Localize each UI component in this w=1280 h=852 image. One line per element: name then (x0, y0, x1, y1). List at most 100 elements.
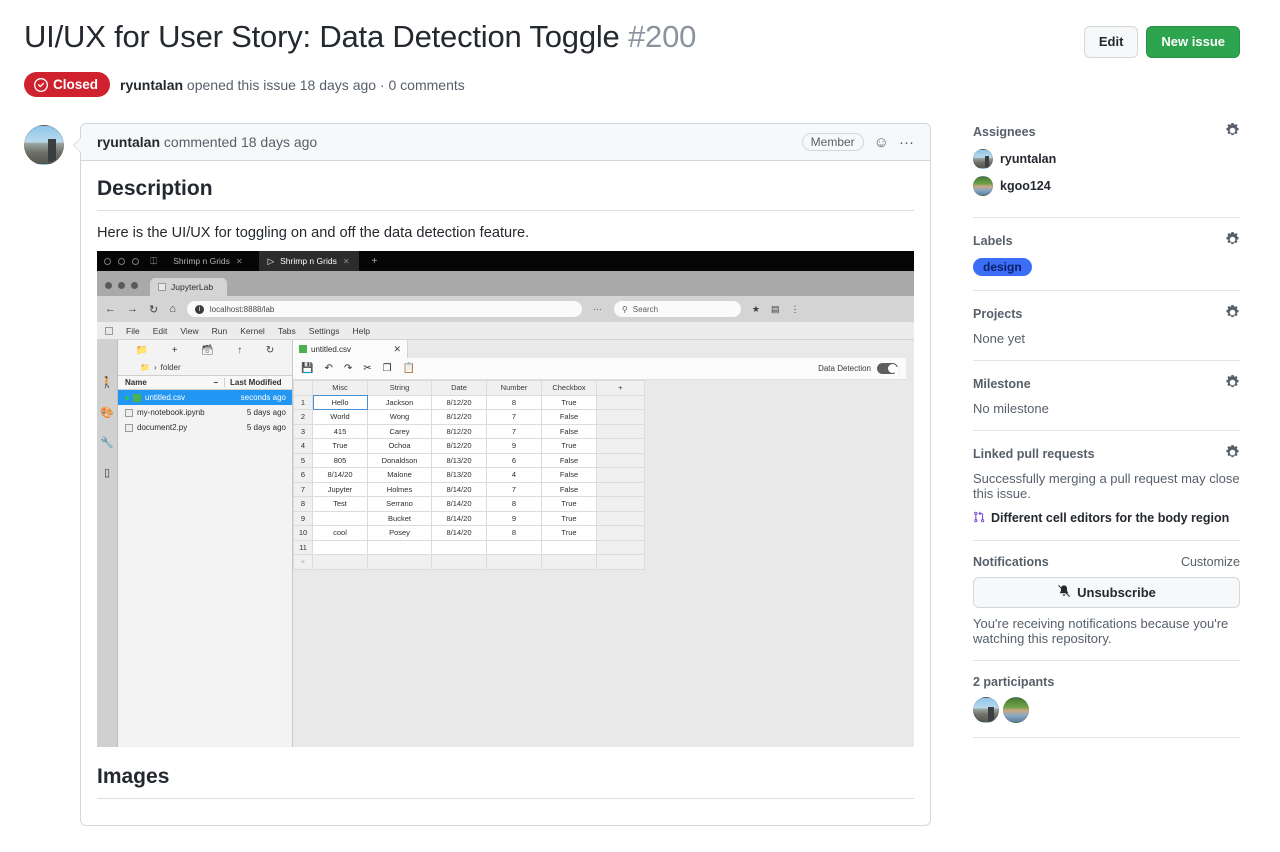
os-maximize-dot[interactable] (132, 257, 139, 265)
gear-icon[interactable] (1225, 445, 1240, 463)
paste-icon[interactable]: 📋 (403, 363, 415, 374)
new-folder-icon[interactable]: 🗃 (201, 345, 214, 356)
cell-number[interactable]: 7 (486, 481, 542, 497)
menu-settings[interactable]: Settings (309, 326, 340, 336)
cell-checkbox[interactable]: False (541, 481, 597, 497)
table-row[interactable]: 1 Hello Jackson 8/12/20 8 True (293, 394, 645, 410)
file-column-modified[interactable]: Last Modified (224, 378, 292, 387)
csv-grid[interactable]: Misc String Date Number Checkbox + 1 Hel… (293, 380, 906, 570)
cell-misc[interactable]: World (312, 409, 368, 425)
browser-close-dot[interactable] (105, 282, 112, 289)
browser-menu-icon[interactable]: ⋮ (790, 304, 799, 315)
close-icon[interactable]: ✕ (393, 344, 401, 355)
cell-date[interactable]: 8/12/20 (431, 394, 487, 410)
copy-icon[interactable]: ❐ (383, 363, 392, 374)
gear-icon[interactable] (1225, 305, 1240, 323)
cell-date[interactable]: 8/13/20 (431, 467, 487, 483)
menu-file[interactable]: File (126, 326, 140, 336)
table-row[interactable]: 11 (293, 539, 645, 555)
cell-checkbox[interactable] (541, 539, 597, 555)
os-minimize-dot[interactable] (118, 257, 125, 265)
cell-number[interactable] (486, 539, 542, 555)
cell-misc[interactable]: 8/14/20 (312, 467, 368, 483)
th-number[interactable]: Number (486, 380, 542, 396)
cell-misc[interactable]: Test (312, 496, 368, 512)
cell-string[interactable]: Serrano (367, 496, 432, 512)
gear-icon[interactable] (1225, 375, 1240, 393)
cell-checkbox[interactable]: True (541, 438, 597, 454)
cell-checkbox[interactable]: False (541, 409, 597, 425)
cell-checkbox[interactable]: False (541, 467, 597, 483)
palette-icon[interactable]: 🎨 (100, 406, 114, 419)
menu-run[interactable]: Run (212, 326, 228, 336)
browser-maximize-dot[interactable] (131, 282, 138, 289)
add-row-icon[interactable]: + (293, 554, 313, 570)
close-icon[interactable]: ✕ (236, 257, 243, 266)
issue-author[interactable]: ryuntalan (120, 77, 183, 93)
cell-date[interactable] (431, 539, 487, 555)
th-string[interactable]: String (367, 380, 432, 396)
cell-checkbox[interactable]: True (541, 394, 597, 410)
reload-icon[interactable]: ↻ (149, 303, 158, 316)
cell-string[interactable]: Donaldson (367, 452, 432, 468)
comment-author[interactable]: ryuntalan (97, 134, 160, 150)
folder-icon[interactable]: ▯ (104, 466, 110, 479)
cell-number[interactable]: 8 (486, 394, 542, 410)
bookmark-star-icon[interactable]: ★ (752, 304, 760, 315)
menu-tabs[interactable]: Tabs (278, 326, 296, 336)
cell-misc[interactable]: True (312, 438, 368, 454)
menu-edit[interactable]: Edit (153, 326, 168, 336)
save-page-icon[interactable]: ▤ (771, 304, 780, 315)
menu-kernel[interactable]: Kernel (240, 326, 265, 336)
new-tab-icon[interactable]: + (372, 256, 378, 267)
os-tab-1[interactable]: Shrimp n Grids ✕ (164, 251, 251, 271)
cell-number[interactable]: 8 (486, 525, 542, 541)
site-info-icon[interactable]: i (194, 304, 204, 314)
wrench-icon[interactable]: 🔧 (100, 436, 114, 449)
os-close-dot[interactable] (104, 257, 111, 265)
gear-icon[interactable] (1225, 123, 1240, 141)
close-icon[interactable]: ✕ (343, 257, 350, 266)
cell-misc[interactable]: cool (312, 525, 368, 541)
cell-string[interactable]: Ochoa (367, 438, 432, 454)
cell-string[interactable]: Wong (367, 409, 432, 425)
linked-pr-item[interactable]: Different cell editors for the body regi… (973, 511, 1240, 526)
cell-checkbox[interactable]: True (541, 496, 597, 512)
cell-number[interactable]: 9 (486, 510, 542, 526)
refresh-icon[interactable]: ↻ (266, 345, 274, 356)
cell-string[interactable]: Jackson (367, 394, 432, 410)
cell-date[interactable]: 8/14/20 (431, 481, 487, 497)
table-row[interactable]: 9 Bucket 8/14/20 9 True (293, 510, 645, 526)
list-item[interactable]: untitled.csv seconds ago (118, 390, 292, 405)
cell-date[interactable]: 8/12/20 (431, 438, 487, 454)
cell-number[interactable]: 6 (486, 452, 542, 468)
home-icon[interactable]: ⌂ (169, 303, 176, 315)
cell-string[interactable]: Malone (367, 467, 432, 483)
cell-checkbox[interactable]: False (541, 452, 597, 468)
th-misc[interactable]: Misc (312, 380, 368, 396)
menu-view[interactable]: View (180, 326, 198, 336)
browser-search-input[interactable]: ⚲ Search (613, 301, 741, 317)
cell-string[interactable]: Bucket (367, 510, 432, 526)
url-input[interactable]: i localhost:8888/lab (186, 301, 582, 317)
gear-icon[interactable] (1225, 232, 1240, 250)
cell-number[interactable]: 8 (486, 496, 542, 512)
list-item[interactable]: my-notebook.ipynb 5 days ago (118, 405, 292, 420)
new-issue-button[interactable]: New issue (1146, 26, 1240, 58)
os-tab-2[interactable]: ▷ Shrimp n Grids ✕ (258, 251, 359, 271)
cell-date[interactable]: 8/12/20 (431, 409, 487, 425)
customize-link[interactable]: Customize (1181, 555, 1240, 569)
emoji-reaction-icon[interactable]: ☺ (874, 135, 889, 150)
cell-date[interactable]: 8/14/20 (431, 510, 487, 526)
cell-number[interactable]: 7 (486, 409, 542, 425)
avatar[interactable] (973, 697, 999, 724)
avatar[interactable] (24, 125, 64, 165)
cell-misc[interactable] (312, 510, 368, 526)
data-detection-toggle[interactable] (877, 363, 904, 379)
cell-misc[interactable]: 415 (312, 423, 368, 439)
cell-date[interactable]: 8/14/20 (431, 525, 487, 541)
undo-icon[interactable]: ↶ (324, 363, 332, 374)
table-row[interactable]: 8 Test Serrano 8/14/20 8 True (293, 496, 645, 512)
cell-date[interactable]: 8/13/20 (431, 452, 487, 468)
table-row[interactable]: 10 cool Posey 8/14/20 8 True (293, 525, 645, 541)
